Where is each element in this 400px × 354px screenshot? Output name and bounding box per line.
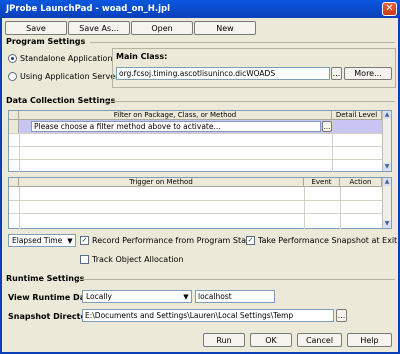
track-alloc-checkbox[interactable]	[80, 255, 89, 264]
cancel-button[interactable]: Cancel	[297, 333, 342, 347]
help-button[interactable]: Help	[347, 333, 392, 347]
record-perf-checkbox[interactable]: ✓	[80, 236, 89, 245]
run-button[interactable]: Run	[203, 333, 245, 347]
detail-column-header[interactable]: Detail Level	[332, 111, 382, 120]
filter-grid	[19, 133, 20, 172]
action-column-header[interactable]: Action	[340, 178, 382, 187]
scroll-down-icon[interactable]: ▼	[383, 163, 391, 171]
program-settings-label: Program Settings	[6, 37, 86, 46]
filter-input[interactable]: Please choose a filter method above to a…	[31, 121, 321, 132]
server-label: Using Application Server	[20, 72, 119, 81]
host-input[interactable]: localhost	[195, 290, 275, 303]
elapsed-time-value: Elapsed Time	[12, 236, 63, 245]
filter-grid	[9, 159, 382, 160]
trigger-grid	[304, 187, 305, 229]
view-runtime-combo[interactable]: Locally ▼	[82, 290, 192, 303]
trigger-column-header[interactable]: Trigger on Method	[19, 178, 304, 187]
open-button[interactable]: Open	[131, 21, 193, 35]
snapshot-exit-label: Take Performance Snapshot at Exit	[258, 236, 398, 245]
data-collection-label: Data Collection Settings	[6, 96, 116, 105]
track-alloc-label: Track Object Allocation	[92, 255, 184, 264]
more-button[interactable]: More...	[344, 67, 392, 80]
filter-grid	[9, 146, 382, 147]
standalone-radio[interactable]	[8, 54, 17, 63]
window-title: JProbe LaunchPad - woad_on_H.jpl	[6, 4, 171, 14]
close-icon[interactable]: ✕	[382, 2, 397, 16]
trigger-table[interactable]: Trigger on Method Event Action ▲ ▼	[8, 177, 392, 229]
runtime-settings-divider	[78, 279, 395, 280]
data-collection-divider	[104, 101, 395, 102]
filter-column-header[interactable]: Filter on Package, Class, or Method	[19, 111, 332, 120]
filter-row-header-corner	[9, 111, 19, 120]
filter-browse-button[interactable]: ...	[322, 121, 332, 132]
trigger-grid	[19, 187, 20, 229]
filter-row-marker	[9, 120, 19, 133]
standalone-label: Standalone Application	[20, 54, 113, 63]
program-settings-divider	[90, 42, 395, 43]
save-button[interactable]: Save	[5, 21, 67, 35]
main-class-browse-button[interactable]: ...	[331, 67, 342, 80]
trigger-grid	[9, 213, 382, 214]
elapsed-time-combo[interactable]: Elapsed Time ▼	[8, 234, 76, 247]
chevron-down-icon[interactable]: ▼	[181, 291, 191, 302]
save-as-button[interactable]: Save As...	[68, 21, 130, 35]
new-button[interactable]: New	[194, 21, 256, 35]
scroll-up-icon[interactable]: ▲	[383, 111, 391, 119]
main-class-label: Main Class:	[116, 52, 168, 61]
trigger-grid	[340, 187, 341, 229]
filter-scrollbar[interactable]: ▲ ▼	[382, 111, 391, 171]
snapshot-exit-checkbox[interactable]: ✓	[246, 236, 255, 245]
ok-button[interactable]: OK	[250, 333, 292, 347]
record-perf-label: Record Performance from Program Start	[92, 236, 253, 245]
snapshot-dir-browse-button[interactable]: ...	[336, 309, 347, 322]
runtime-settings-label: Runtime Settings	[6, 274, 85, 283]
scroll-down-icon[interactable]: ▼	[383, 220, 391, 228]
title-bar: JProbe LaunchPad - woad_on_H.jpl ✕	[0, 0, 400, 18]
view-runtime-value: Locally	[86, 292, 112, 301]
snapshot-dir-input[interactable]: E:\Documents and Settings\Lauren\Local S…	[82, 309, 334, 322]
scroll-up-icon[interactable]: ▲	[383, 178, 391, 186]
server-radio[interactable]	[8, 72, 17, 81]
trigger-grid	[9, 200, 382, 201]
filter-table[interactable]: Filter on Package, Class, or Method Deta…	[8, 110, 392, 172]
event-column-header[interactable]: Event	[304, 178, 340, 187]
main-class-input[interactable]: org.fcsoj.timing.ascotlisuninco.dicWOADS	[116, 67, 330, 80]
trigger-scrollbar[interactable]: ▲ ▼	[382, 178, 391, 228]
filter-grid	[9, 133, 382, 134]
chevron-down-icon[interactable]: ▼	[65, 235, 75, 246]
trigger-row-header-corner	[9, 178, 19, 187]
